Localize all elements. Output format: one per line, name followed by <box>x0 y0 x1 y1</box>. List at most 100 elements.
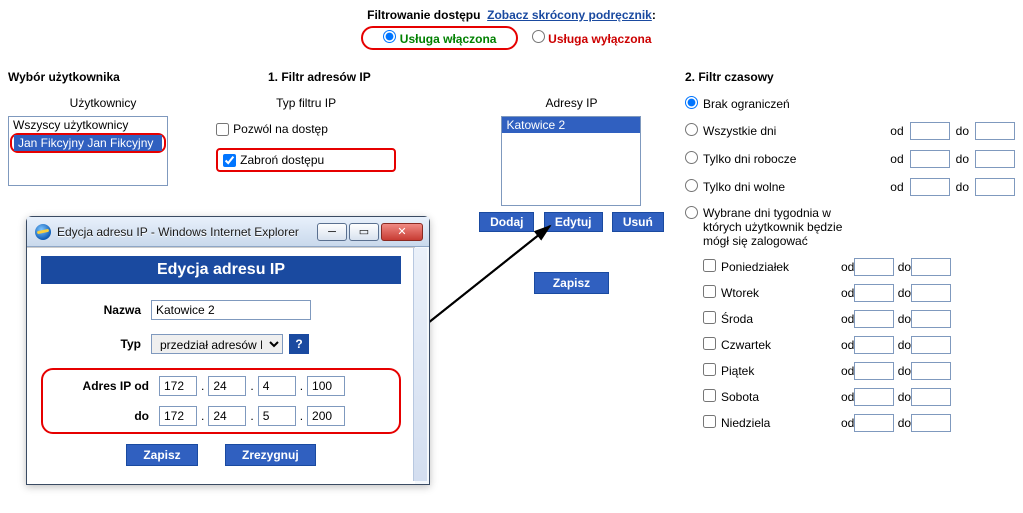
ip-from-oct2[interactable] <box>208 376 246 396</box>
ip-from-oct1[interactable] <box>159 376 197 396</box>
ip-to-oct1[interactable] <box>159 406 197 426</box>
time-work-days-radio[interactable] <box>685 151 698 164</box>
popup-heading: Edycja adresu IP <box>41 256 401 284</box>
header-manual-link[interactable]: Zobacz skrócony podręcznik <box>487 8 652 22</box>
day-mon-checkbox[interactable] <box>703 259 716 272</box>
day-mon-label: Poniedziałek <box>721 260 841 274</box>
time-all-days-label: Wszystkie dni <box>703 124 890 138</box>
day-tue-label: Wtorek <box>721 286 841 300</box>
ip-from-oct3[interactable] <box>258 376 296 396</box>
service-off-option[interactable]: Usługa wyłączona <box>532 30 652 46</box>
popup-name-input[interactable] <box>151 300 311 320</box>
day-tue-to[interactable] <box>911 284 951 302</box>
highlight-ip-range: Adres IP od . . . do . . . <box>41 368 401 434</box>
time-sel-days-label: Wybrane dni tygodnia w których użytkowni… <box>703 206 863 248</box>
day-sat-checkbox[interactable] <box>703 389 716 402</box>
allow-access-checkbox[interactable] <box>216 123 229 136</box>
delete-ip-button[interactable]: Usuń <box>612 212 664 232</box>
day-wed-checkbox[interactable] <box>703 311 716 324</box>
popup-cancel-button[interactable]: Zrezygnuj <box>225 444 316 466</box>
day-sun-from[interactable] <box>854 414 894 432</box>
main-save-button[interactable]: Zapisz <box>534 272 609 294</box>
deny-access-row[interactable]: Zabroń dostępu <box>223 153 324 167</box>
day-fri-to[interactable] <box>911 362 951 380</box>
day-tue-from[interactable] <box>854 284 894 302</box>
popup-save-button[interactable]: Zapisz <box>126 444 197 466</box>
day-thu-to[interactable] <box>911 336 951 354</box>
day-mon-from[interactable] <box>854 258 894 276</box>
ip-type-label: Typ filtru IP <box>216 96 396 110</box>
highlight-user-selected: Jan Fikcyjny Jan Fikcyjny <box>10 133 166 153</box>
day-sat-to[interactable] <box>911 388 951 406</box>
ip-to-oct2[interactable] <box>208 406 246 426</box>
ip-section-title: 1. Filtr adresów IP <box>268 70 685 84</box>
ip-addresses-label: Adresy IP <box>476 96 667 110</box>
all-days-from-input[interactable] <box>910 122 950 140</box>
service-off-label: Usługa wyłączona <box>548 32 651 46</box>
free-days-to-input[interactable] <box>975 178 1015 196</box>
time-free-days-label: Tylko dni wolne <box>703 180 890 194</box>
user-list[interactable]: Wszyscy użytkownicy Jan Fikcyjny Jan Fik… <box>8 116 168 186</box>
day-thu-label: Czwartek <box>721 338 841 352</box>
day-mon-to[interactable] <box>911 258 951 276</box>
work-days-to-input[interactable] <box>975 150 1015 168</box>
highlight-service-on: Usługa włączona <box>361 26 518 50</box>
user-list-item-selected[interactable]: Jan Fikcyjny Jan Fikcyjny <box>14 135 162 151</box>
time-section-title: 2. Filtr czasowy <box>685 70 1015 84</box>
add-ip-button[interactable]: Dodaj <box>479 212 534 232</box>
day-fri-checkbox[interactable] <box>703 363 716 376</box>
ip-address-list[interactable]: Katowice 2 <box>501 116 641 206</box>
time-sel-days-radio[interactable] <box>685 206 698 219</box>
popup-help-button[interactable]: ? <box>289 334 309 354</box>
deny-access-label: Zabroń dostępu <box>240 153 324 167</box>
day-fri-from[interactable] <box>854 362 894 380</box>
time-no-limit-radio[interactable] <box>685 96 698 109</box>
edit-ip-popup: Edycja adresu IP - Windows Internet Expl… <box>26 216 430 485</box>
time-free-days-radio[interactable] <box>685 179 698 192</box>
ie-icon <box>35 224 51 240</box>
popup-ip-from-label: Adres IP od <box>49 379 149 393</box>
user-section-title: Wybór użytkownika <box>8 70 198 84</box>
header-title: Filtrowanie dostępu <box>367 8 480 22</box>
edit-ip-button[interactable]: Edytuj <box>544 212 603 232</box>
od-label: od <box>890 124 903 138</box>
day-sun-to[interactable] <box>911 414 951 432</box>
day-thu-from[interactable] <box>854 336 894 354</box>
all-days-to-input[interactable] <box>975 122 1015 140</box>
service-off-radio[interactable] <box>532 30 545 43</box>
time-work-days-label: Tylko dni robocze <box>703 152 890 166</box>
service-toggle: Usługa włączona Usługa wyłączona <box>8 26 1015 50</box>
popup-window-title: Edycja adresu IP - Windows Internet Expl… <box>57 225 317 239</box>
day-sat-from[interactable] <box>854 388 894 406</box>
day-sun-label: Niedziela <box>721 416 841 430</box>
day-fri-label: Piątek <box>721 364 841 378</box>
close-button[interactable]: ✕ <box>381 223 423 241</box>
allow-access-row[interactable]: Pozwól na dostęp <box>216 122 396 136</box>
popup-type-select[interactable]: przedział adresów IP <box>151 334 283 354</box>
ip-to-oct3[interactable] <box>258 406 296 426</box>
free-days-from-input[interactable] <box>910 178 950 196</box>
user-list-item-all[interactable]: Wszyscy użytkownicy <box>9 117 167 133</box>
service-on-radio[interactable] <box>383 30 396 43</box>
day-sun-checkbox[interactable] <box>703 415 716 428</box>
day-thu-checkbox[interactable] <box>703 337 716 350</box>
user-list-label: Użytkownicy <box>8 96 198 110</box>
popup-titlebar[interactable]: Edycja adresu IP - Windows Internet Expl… <box>27 217 429 247</box>
do-label: do <box>956 124 969 138</box>
ip-from-oct4[interactable] <box>307 376 345 396</box>
day-wed-to[interactable] <box>911 310 951 328</box>
minimize-button[interactable]: ─ <box>317 223 347 241</box>
work-days-from-input[interactable] <box>910 150 950 168</box>
deny-access-checkbox[interactable] <box>223 154 236 167</box>
service-on-option[interactable]: Usługa włączona <box>383 30 496 46</box>
maximize-button[interactable]: ▭ <box>349 223 379 241</box>
day-tue-checkbox[interactable] <box>703 285 716 298</box>
day-wed-from[interactable] <box>854 310 894 328</box>
day-sat-label: Sobota <box>721 390 841 404</box>
popup-scrollbar[interactable] <box>413 248 427 481</box>
time-all-days-radio[interactable] <box>685 123 698 136</box>
ip-to-oct4[interactable] <box>307 406 345 426</box>
time-no-limit-label: Brak ograniczeń <box>703 97 1015 111</box>
ip-address-item-selected[interactable]: Katowice 2 <box>502 117 640 133</box>
day-wed-label: Środa <box>721 312 841 326</box>
